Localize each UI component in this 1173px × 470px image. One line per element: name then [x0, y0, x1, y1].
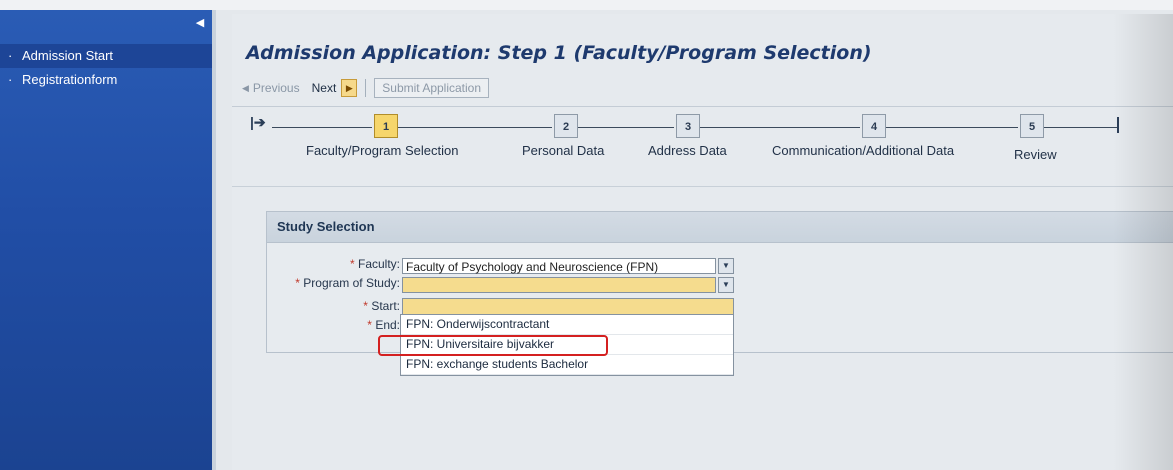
program-label: * Program of Study:	[262, 276, 400, 290]
roadmap-step-1[interactable]: 1	[374, 114, 398, 138]
end-label: * End:	[332, 318, 400, 332]
roadmap-step-4-label: Communication/Additional Data	[772, 143, 955, 158]
toolbar-divider	[232, 106, 1173, 107]
roadmap-step-5[interactable]: 5	[1020, 114, 1044, 138]
toolbar-separator	[365, 79, 367, 97]
faculty-dropdown-icon[interactable]: ▼	[718, 258, 734, 274]
required-marker: *	[295, 276, 300, 290]
program-dropdown-icon[interactable]: ▼	[718, 277, 734, 293]
program-select[interactable]	[402, 277, 716, 293]
submit-application-button[interactable]: Submit Application	[374, 78, 490, 98]
required-marker: *	[367, 318, 372, 332]
bullet-icon: ·	[8, 48, 13, 63]
next-arrow-icon: ▶	[341, 79, 358, 97]
program-label-text: Program of Study:	[303, 276, 400, 290]
screen-shade	[1113, 14, 1173, 470]
sidebar-item-label: Admission Start	[22, 48, 114, 63]
roadmap-connector	[1044, 127, 1118, 128]
roadmap-connector	[700, 127, 860, 128]
roadmap-connector	[398, 127, 552, 128]
page-title: Admission Application: Step 1 (Faculty/P…	[246, 42, 872, 64]
roadmap-step-4[interactable]: 4	[862, 114, 886, 138]
next-label: Next	[311, 81, 337, 95]
required-marker: *	[363, 299, 368, 313]
next-button[interactable]: Next ▶	[312, 79, 358, 97]
roadmap-connector	[272, 127, 372, 128]
roadmap-step-2-label: Personal Data	[522, 143, 605, 158]
panel-title: Study Selection	[267, 212, 1173, 243]
screen-top-edge	[0, 0, 1173, 10]
roadmap-step-3-label: Address Data	[648, 143, 727, 158]
toolbar: ◀ Previous Next ▶ Submit Application	[242, 76, 490, 100]
sidebar-item-label: Registrationform	[22, 72, 118, 87]
faculty-select[interactable]: Faculty of Psychology and Neuroscience (…	[402, 258, 716, 274]
bullet-icon: ·	[8, 72, 13, 87]
roadmap-step-3[interactable]: 3	[676, 114, 700, 138]
sidebar-item-registrationform[interactable]: · Registrationform	[0, 68, 212, 92]
end-label-text: End:	[375, 318, 400, 332]
start-label: * Start:	[332, 299, 400, 313]
previous-button[interactable]: ◀ Previous	[242, 81, 300, 95]
faculty-label: * Faculty:	[302, 257, 400, 271]
previous-arrow-icon: ◀	[242, 82, 249, 93]
sidebar-item-admission-start[interactable]: · Admission Start	[0, 44, 212, 68]
highlight-annotation-box	[378, 335, 608, 356]
roadmap-connector	[578, 127, 674, 128]
section-divider	[232, 186, 1173, 187]
main-content: Admission Application: Step 1 (Faculty/P…	[232, 14, 1173, 470]
faculty-label-text: Faculty:	[357, 257, 400, 271]
roadmap-step-1-label: Faculty/Program Selection	[306, 143, 459, 158]
roadmap-step-2[interactable]: 2	[554, 114, 578, 138]
program-option[interactable]: FPN: exchange students Bachelor	[401, 355, 733, 375]
sidebar: ◀ · Admission Start · Registrationform	[0, 10, 216, 470]
required-marker: *	[349, 257, 355, 271]
start-label-text: Start:	[371, 299, 400, 313]
previous-label: Previous	[252, 81, 300, 95]
roadmap-step-5-label: Review	[1014, 147, 1057, 162]
collapse-sidebar-icon[interactable]: ◀	[194, 16, 206, 30]
roadmap-start-icon: |➔	[250, 114, 266, 130]
roadmap-connector	[886, 127, 1018, 128]
program-option[interactable]: FPN: Onderwijscontractant	[401, 315, 733, 335]
